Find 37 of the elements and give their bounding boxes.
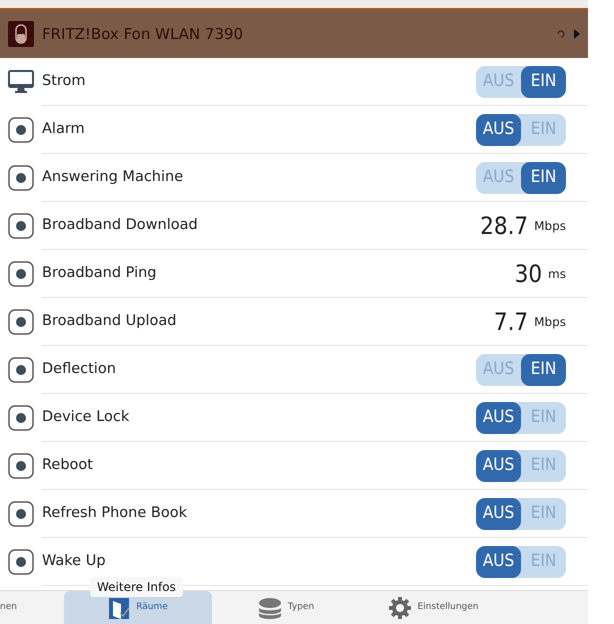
tab[interactable]: Typen <box>212 591 360 624</box>
on-off-switch[interactable]: AUS EIN <box>476 402 566 434</box>
layers-icon <box>258 596 282 618</box>
device-title: FRITZ!Box Fon WLAN 7390 <box>42 24 244 45</box>
tab[interactable]: Einstellungen <box>360 591 508 624</box>
value-text: 7.7 <box>494 306 528 338</box>
row-label: Broadband Download <box>42 216 199 235</box>
unit-text: Mbps <box>534 314 566 330</box>
row-label: Broadband Ping <box>42 264 158 283</box>
row-label: Wake Up <box>42 552 107 571</box>
on-off-switch[interactable]: AUS EIN <box>476 114 566 146</box>
tooltip: Weitere Infos <box>90 577 183 597</box>
row-label: Reboot <box>42 456 94 475</box>
row-label: Alarm <box>42 120 86 139</box>
unit-text: Mbps <box>534 218 566 234</box>
row-label: Deflection <box>42 360 117 379</box>
spinner-icon <box>556 29 566 39</box>
on-off-switch[interactable]: AUS EIN <box>476 354 566 386</box>
row-label: Device Lock <box>42 408 130 427</box>
door-icon <box>108 596 130 618</box>
tab[interactable]: nen <box>0 591 64 624</box>
unit-text: ms <box>548 266 566 282</box>
row-label: Answering Machine <box>42 168 184 187</box>
monitor-icon <box>8 70 34 94</box>
on-off-switch[interactable]: AUS EIN <box>476 498 566 530</box>
row-label: Broadband Upload <box>42 312 178 331</box>
on-off-switch[interactable]: AUS EIN <box>476 450 566 482</box>
on-off-switch[interactable]: AUS EIN <box>476 66 566 98</box>
device-header[interactable]: FRITZ!Box Fon WLAN 7390 <box>0 10 588 58</box>
device-icon <box>8 21 34 47</box>
value-text: 30 <box>514 258 542 290</box>
row-label: Strom <box>42 72 87 91</box>
row-label: Refresh Phone Book <box>42 504 188 523</box>
on-off-switch[interactable]: AUS EIN <box>476 546 566 578</box>
chevron-right-icon[interactable] <box>574 29 580 39</box>
on-off-switch[interactable]: AUS EIN <box>476 162 566 194</box>
value-text: 28.7 <box>480 210 528 242</box>
